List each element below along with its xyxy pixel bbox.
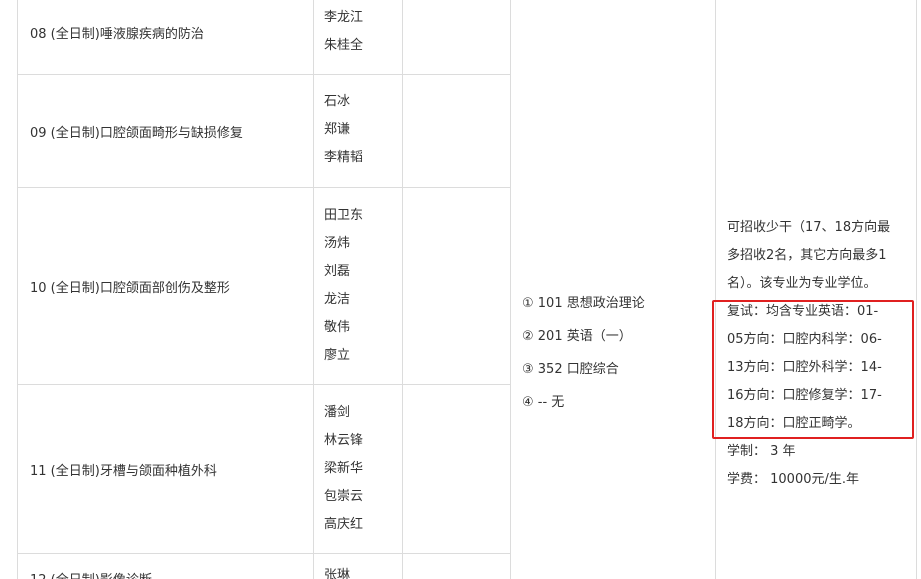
exam-subject-item: ④ -- 无	[522, 395, 565, 410]
tutor-name: 刘磊	[324, 264, 351, 279]
tutor-name: 李龙江	[324, 10, 364, 25]
table-row: 09 (全日制)口腔颌面畸形与缺损修复 石冰 郑谦 李精韬	[18, 74, 510, 187]
tutor-list: 潘剑 林云锋 梁新华 包崇云 高庆红	[324, 399, 363, 539]
tutor-name: 石冰	[324, 94, 351, 109]
tuition-note: 学费： 10000元/生.年	[727, 472, 859, 487]
direction-label: 12 (全日制)影像诊断	[30, 569, 152, 579]
enroll-note-line: 多招收2名，其它方向最多1	[727, 248, 887, 263]
tutor-name: 高庆红	[324, 517, 364, 532]
tutor-name: 林云锋	[324, 433, 364, 448]
exam-subject-item: ① 101 思想政治理论	[522, 296, 645, 311]
table-border-right	[916, 0, 917, 579]
tutor-name: 廖立	[324, 348, 351, 363]
enroll-note-line: 名）。该专业为专业学位。	[727, 276, 877, 291]
table-row: 08 (全日制)唾液腺疾病的防治 李龙江 朱桂全	[18, 0, 510, 74]
tutor-name: 李精韬	[324, 150, 364, 165]
tutor-list: 田卫东 汤炜 刘磊 龙洁 敬伟 廖立	[324, 202, 363, 370]
tutor-name: 潘剑	[324, 405, 351, 420]
table-border-notes	[715, 0, 716, 579]
tutor-list: 李龙江 朱桂全	[324, 4, 363, 60]
tutor-name: 朱桂全	[324, 38, 364, 53]
tutor-name: 包崇云	[324, 489, 364, 504]
table-row: 12 (全日制)影像诊断 张琳	[18, 553, 510, 579]
direction-label: 10 (全日制)口腔颌面部创伤及整形	[30, 281, 230, 296]
tutor-list: 石冰 郑谦 李精韬	[324, 88, 363, 172]
direction-label: 11 (全日制)牙槽与颌面种植外科	[30, 464, 217, 479]
tutor-name: 梁新华	[324, 461, 364, 476]
duration-note: 学制： 3 年	[727, 444, 796, 459]
tutor-list: 张琳	[324, 566, 350, 579]
exam-subjects: ① 101 思想政治理论 ② 201 英语（一） ③ 352 口腔综合 ④ --…	[522, 287, 645, 419]
admission-table-screenshot: 08 (全日制)唾液腺疾病的防治 李龙江 朱桂全 09 (全日制)口腔颌面畸形与…	[0, 0, 921, 579]
tutor-name: 田卫东	[324, 208, 364, 223]
tutor-name: 郑谦	[324, 122, 351, 137]
direction-label: 09 (全日制)口腔颌面畸形与缺损修复	[30, 126, 243, 141]
table-row: 10 (全日制)口腔颌面部创伤及整形 田卫东 汤炜 刘磊 龙洁 敬伟 廖立	[18, 187, 510, 384]
direction-label: 08 (全日制)唾液腺疾病的防治	[30, 27, 204, 42]
exam-subject-item: ③ 352 口腔综合	[522, 362, 619, 377]
table-row: 11 (全日制)牙槽与颌面种植外科 潘剑 林云锋 梁新华 包崇云 高庆红	[18, 384, 510, 553]
tutor-name: 龙洁	[324, 292, 351, 307]
tutor-name: 张琳	[324, 568, 351, 579]
table-border-exam	[510, 0, 511, 579]
exam-subject-item: ② 201 英语（一）	[522, 329, 632, 344]
enroll-note-line: 可招收少干（17、18方向最	[727, 220, 891, 235]
tutor-name: 汤炜	[324, 236, 351, 251]
highlight-box	[712, 300, 914, 439]
tutor-name: 敬伟	[324, 320, 351, 335]
